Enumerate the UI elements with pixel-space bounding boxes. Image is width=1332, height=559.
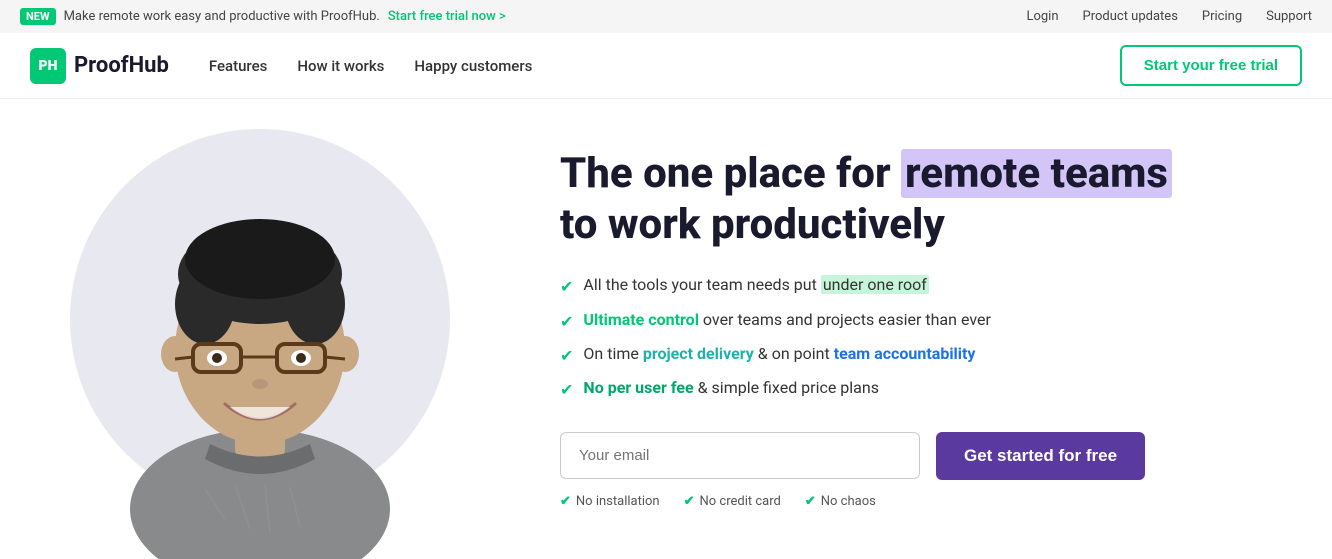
bullet-text-4: No per user fee & simple fixed price pla… — [583, 377, 879, 399]
highlight-project-delivery: project delivery — [643, 344, 754, 363]
nav-features[interactable]: Features — [209, 57, 267, 75]
check-icon-4: ✔ — [560, 379, 573, 401]
hero-image — [0, 99, 520, 559]
nav-support[interactable]: Support — [1266, 9, 1312, 24]
hero-title-part1: The one place for — [560, 149, 901, 198]
sub-label-text-credit-card: No credit card — [700, 494, 781, 509]
nav-links: Features How it works Happy customers — [209, 57, 532, 75]
person-image — [100, 129, 420, 559]
sub-labels: ✔ No installation ✔ No credit card ✔ No … — [560, 494, 1302, 509]
bullet-text-1: All the tools your team needs put under … — [583, 274, 928, 296]
navbar: PH ProofHub Features How it works Happy … — [0, 33, 1332, 99]
check-no-installation: ✔ — [560, 494, 571, 509]
check-no-credit-card: ✔ — [684, 494, 695, 509]
sub-label-no-chaos: ✔ No chaos — [805, 494, 876, 509]
hero-title-highlight: remote teams — [901, 149, 1172, 198]
nav-how-it-works[interactable]: How it works — [297, 57, 384, 75]
highlight-under-one-roof: under one roof — [821, 275, 929, 294]
announcement-nav: Login Product updates Pricing Support — [1026, 9, 1312, 24]
highlight-team-accountability: team accountability — [834, 344, 976, 363]
sub-label-no-credit-card: ✔ No credit card — [684, 494, 781, 509]
announcement-bar: NEW Make remote work easy and productive… — [0, 0, 1332, 33]
hero-section: The one place for remote teams to work p… — [0, 99, 1332, 559]
email-input[interactable] — [560, 432, 920, 479]
bullet-item-2: ✔ Ultimate control over teams and projec… — [560, 309, 1302, 333]
sub-label-text-chaos: No chaos — [821, 494, 876, 509]
logo-icon: PH — [30, 48, 66, 84]
person-svg — [105, 139, 415, 559]
announcement-left: NEW Make remote work easy and productive… — [20, 8, 506, 25]
nav-login[interactable]: Login — [1026, 9, 1058, 24]
announcement-text: Make remote work easy and productive wit… — [64, 9, 380, 24]
bullet-item-4: ✔ No per user fee & simple fixed price p… — [560, 377, 1302, 401]
logo-name: ProofHub — [74, 53, 169, 78]
get-started-button[interactable]: Get started for free — [936, 432, 1145, 480]
bullet-item-1: ✔ All the tools your team needs put unde… — [560, 274, 1302, 298]
sub-label-no-installation: ✔ No installation — [560, 494, 660, 509]
highlight-ultimate-control: Ultimate control — [583, 310, 699, 329]
check-icon-2: ✔ — [560, 311, 573, 333]
cta-row: Get started for free — [560, 432, 1302, 480]
hero-title: The one place for remote teams to work p… — [560, 149, 1302, 250]
check-icon-1: ✔ — [560, 276, 573, 298]
new-badge: NEW — [20, 8, 56, 25]
hero-title-part2: to work productively — [560, 200, 945, 249]
hero-content: The one place for remote teams to work p… — [520, 109, 1302, 548]
check-no-chaos: ✔ — [805, 494, 816, 509]
navbar-right: Start your free trial — [1120, 45, 1302, 86]
nav-product-updates[interactable]: Product updates — [1083, 9, 1178, 24]
start-free-trial-button[interactable]: Start your free trial — [1120, 45, 1302, 86]
nav-happy-customers[interactable]: Happy customers — [414, 57, 532, 75]
bullet-text-3: On time project delivery & on point team… — [583, 343, 975, 365]
check-icon-3: ✔ — [560, 345, 573, 367]
bullet-text-2: Ultimate control over teams and projects… — [583, 309, 990, 331]
announcement-link[interactable]: Start free trial now > — [388, 9, 506, 24]
hero-bullet-list: ✔ All the tools your team needs put unde… — [560, 274, 1302, 402]
nav-pricing[interactable]: Pricing — [1202, 9, 1242, 24]
bullet-item-3: ✔ On time project delivery & on point te… — [560, 343, 1302, 367]
highlight-no-per-user-fee: No per user fee — [583, 378, 693, 397]
sub-label-text-installation: No installation — [576, 494, 660, 509]
logo[interactable]: PH ProofHub — [30, 48, 169, 84]
